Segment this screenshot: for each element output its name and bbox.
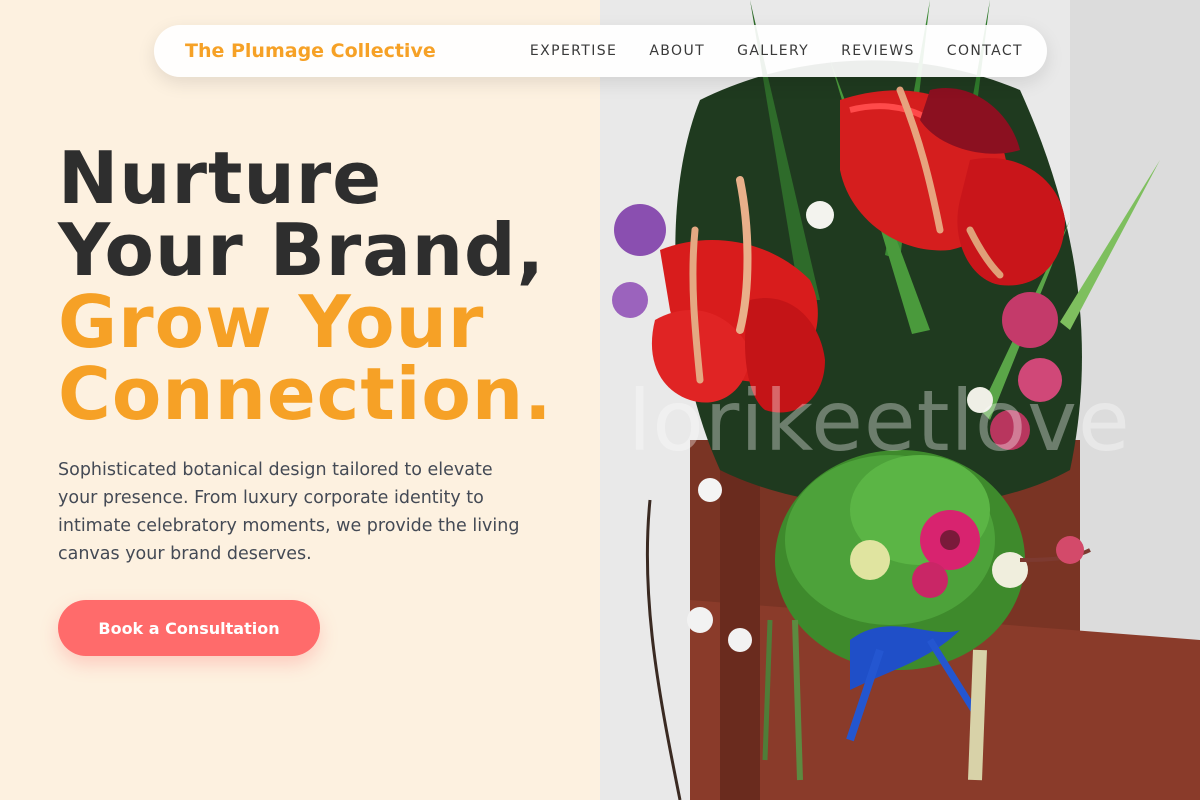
hero-bouquet-image bbox=[600, 0, 1200, 800]
headline-line-2: Your Brand, bbox=[58, 208, 545, 292]
headline-line-1: Nurture bbox=[58, 136, 383, 220]
hero-headline: Nurture Your Brand, Grow Your Connection… bbox=[58, 142, 553, 430]
nav-link-contact[interactable]: CONTACT bbox=[947, 43, 1023, 59]
bouquet-illustration bbox=[600, 0, 1200, 800]
headline-line-3-accent: Grow Your bbox=[58, 280, 485, 364]
brand-logo-link[interactable]: The Plumage Collective bbox=[185, 40, 436, 62]
headline-line-4-accent: Connection. bbox=[58, 352, 553, 436]
nav-links: EXPERTISE ABOUT GALLERY REVIEWS CONTACT bbox=[530, 43, 1023, 59]
nav-link-about[interactable]: ABOUT bbox=[649, 43, 705, 59]
nav-link-reviews[interactable]: REVIEWS bbox=[841, 43, 915, 59]
hero-description: Sophisticated botanical design tailored … bbox=[58, 460, 520, 564]
nav-link-expertise[interactable]: EXPERTISE bbox=[530, 43, 617, 59]
book-consultation-button[interactable]: Book a Consultation bbox=[58, 600, 320, 656]
page: lorikeetlove The Plumage Collective EXPE… bbox=[0, 0, 1200, 800]
top-navbar: The Plumage Collective EXPERTISE ABOUT G… bbox=[154, 25, 1047, 77]
nav-link-gallery[interactable]: GALLERY bbox=[737, 43, 809, 59]
